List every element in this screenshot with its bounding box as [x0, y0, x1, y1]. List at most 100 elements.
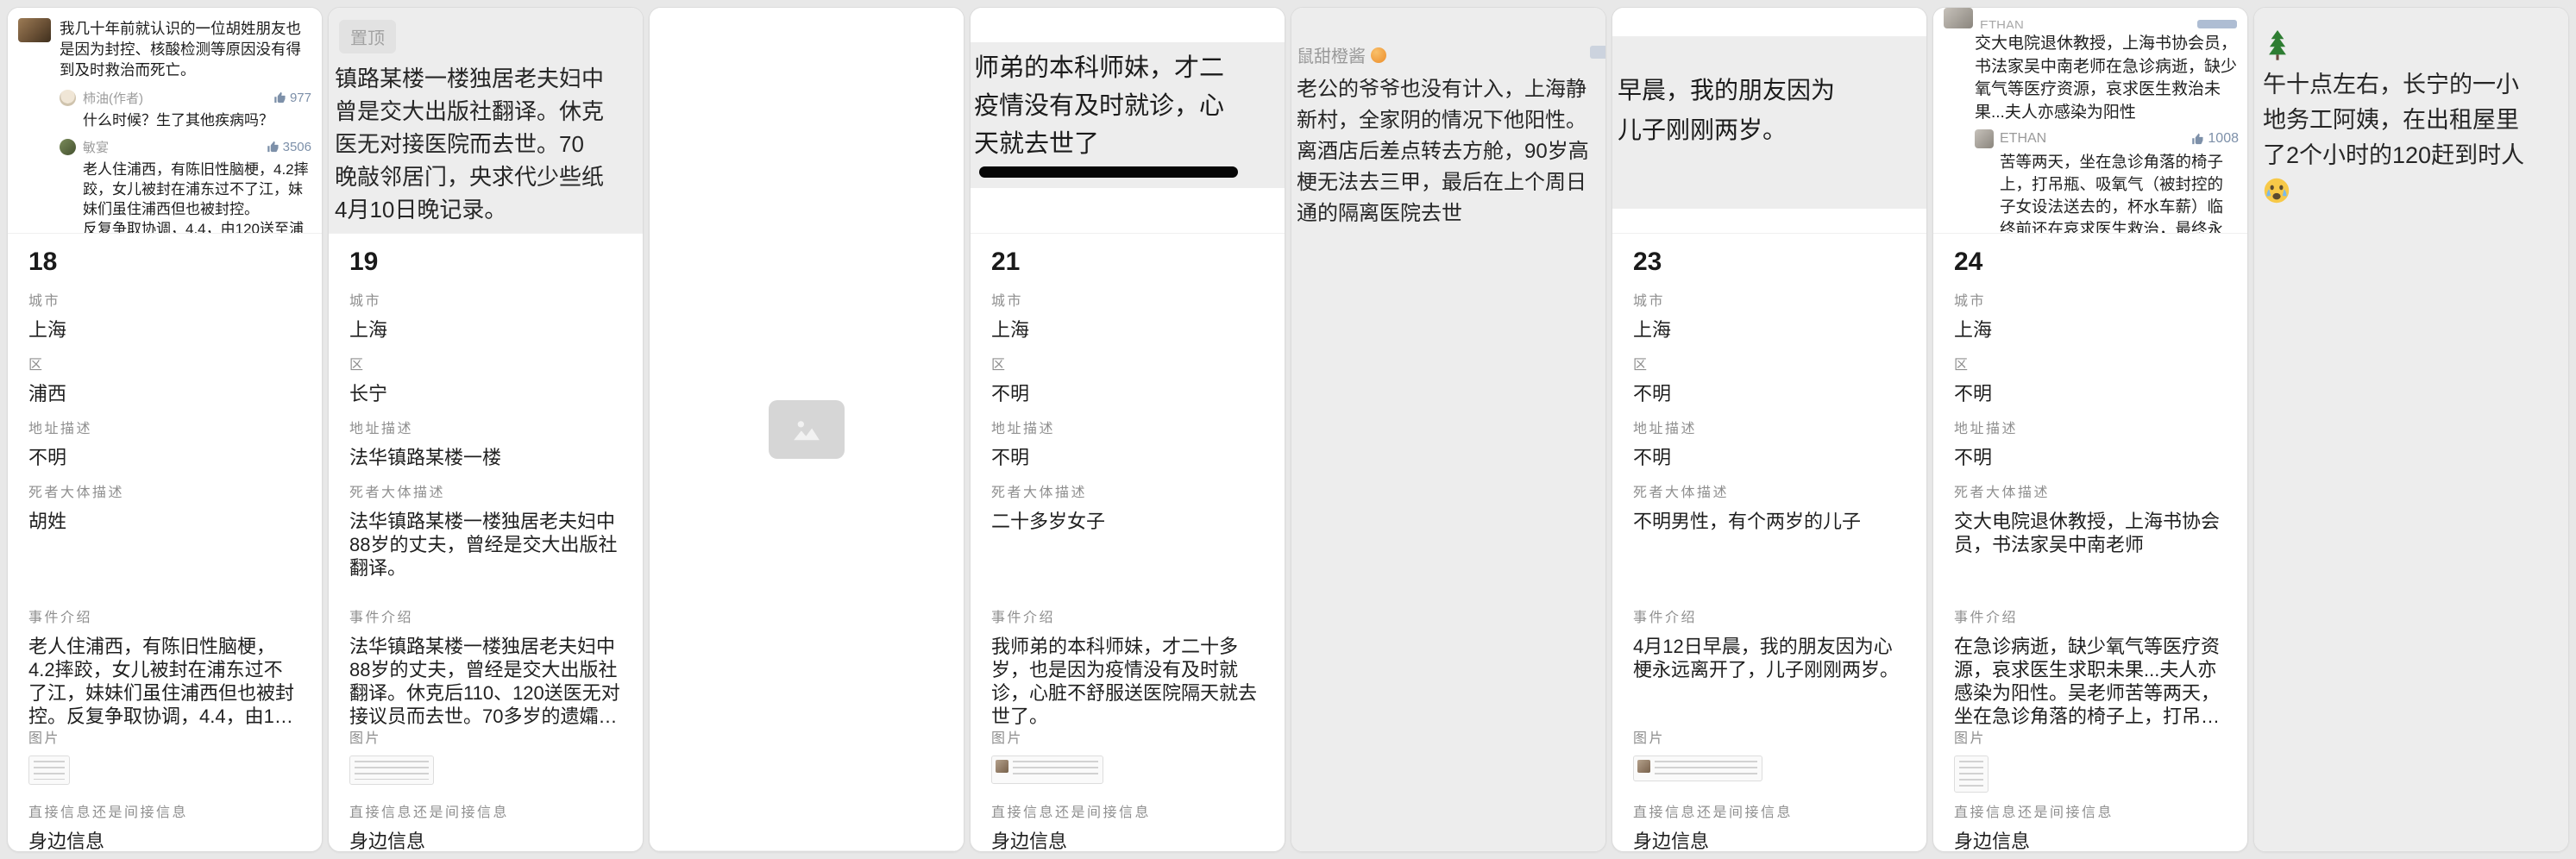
thumbs-up-icon — [267, 141, 280, 154]
commenter-name: 敏宴 — [83, 138, 260, 156]
field-image: 图片 — [28, 726, 301, 800]
card-cover-image[interactable]: 鼠甜橙酱 老公的爷爷也没有计入，上海静 新村，全家阴的情况下他阳性。 离酒店后差… — [1291, 8, 1605, 851]
field-label: 地址描述 — [1954, 417, 2227, 437]
field-label: 死者大体描述 — [349, 480, 622, 501]
field-label: 直接信息还是间接信息 — [1633, 800, 1906, 821]
record-card-21[interactable]: 师弟的本科师妹，才二 疫情没有及时就诊，心 天就去世了 21 城市 上海 区 不… — [970, 7, 1285, 852]
attachment-thumbnail[interactable] — [28, 756, 70, 785]
record-fields: 18 城市 上海 区 浦西 地址描述 不明 死者大体描述 胡姓 事件介绍 老人住… — [8, 234, 322, 852]
field-value: 二十多岁女子 — [991, 510, 1264, 533]
field-event: 事件介绍 老人住浦西，有陈旧性脑梗，4.2摔跤，女儿被封在浦东过不了江，妹妹们虽… — [28, 605, 301, 726]
field-event: 事件介绍 法华镇路某楼一楼独居老夫妇中88岁的丈夫，曾经是交大出版社翻译。休克后… — [349, 605, 622, 726]
attachment-thumbnail[interactable] — [1954, 756, 1989, 793]
field-direct: 直接信息还是间接信息 身边信息 — [28, 800, 301, 852]
photo-icon — [783, 411, 830, 448]
comment-text: 苦等两天，坐在急诊角落的椅子上，打吊瓶、吸氧气（被封控的子女设法送去的，杯水车薪… — [2000, 151, 2239, 234]
record-card-18[interactable]: 我几十年前就认识的一位胡姓朋友也是因为封控、核酸检测等原因没有得到及时救治而死亡… — [7, 7, 323, 852]
card-cover-image[interactable]: 置顶 镇路某楼一楼独居老夫妇中 曾是交大出版社翻译。休克 医无对接医院而去世。7… — [329, 8, 643, 234]
field-event: 事件介绍 在急诊病逝，缺少氧气等医疗资源，哀求医生求职未果...夫人亦感染为阳性… — [1954, 605, 2227, 726]
record-card-24[interactable]: ETHAN 交大电院退休教授，上海书协会员，书法家吴中南老师在急诊病逝，缺少氧气… — [1932, 7, 2248, 852]
post-text: 师弟的本科师妹，才二 疫情没有及时就诊，心 天就去世了 — [974, 49, 1285, 163]
field-value: 胡姓 — [28, 510, 301, 533]
like-count: 3506 — [267, 140, 311, 154]
field-label: 城市 — [991, 289, 1264, 310]
record-number: 21 — [991, 248, 1264, 277]
attachment-thumbnail[interactable] — [1633, 756, 1762, 781]
record-card-19[interactable]: 置顶 镇路某楼一楼独居老夫妇中 曾是交大出版社翻译。休克 医无对接医院而去世。7… — [328, 7, 644, 852]
field-label: 地址描述 — [991, 417, 1264, 437]
avatar — [1944, 8, 1973, 28]
field-value: 身边信息 — [28, 830, 301, 852]
field-address: 地址描述 不明 — [1633, 417, 1906, 480]
field-label: 直接信息还是间接信息 — [991, 800, 1264, 821]
field-label: 直接信息还是间接信息 — [28, 800, 301, 821]
field-image: 图片 — [991, 726, 1264, 800]
field-value: 上海 — [28, 318, 301, 342]
field-value: 不明 — [1633, 382, 1906, 405]
field-event: 事件介绍 4月12日早晨，我的朋友因为心梗永远离开了，儿子刚刚两岁。 — [1633, 605, 1906, 726]
field-value: 4月12日早晨，我的朋友因为心梗永远离开了，儿子刚刚两岁。 — [1633, 635, 1906, 681]
tree-emoji — [2263, 28, 2292, 61]
record-card-25[interactable]: 午十点左右，长宁的一小 地务工阿姨，在出租屋里 了2个小时的120赶到时人 25… — [2253, 7, 2569, 852]
redaction-bar — [979, 166, 1238, 178]
record-card-23[interactable]: 早晨，我的朋友因为 儿子刚刚两岁。 23 城市 上海 区 不明 地址描述 不明 … — [1612, 7, 1927, 852]
card-cover-image[interactable]: 早晨，我的朋友因为 儿子刚刚两岁。 — [1612, 8, 1926, 234]
record-number: 24 — [1954, 248, 2227, 277]
field-value: 不明男性，有个两岁的儿子 — [1633, 510, 1906, 533]
field-address: 地址描述 法华镇路某楼一楼 — [349, 417, 622, 480]
field-value: 法华镇路某楼一楼 — [349, 446, 622, 469]
record-card-22[interactable]: 鼠甜橙酱 老公的爷爷也没有计入，上海静 新村，全家阴的情况下他阳性。 离酒店后差… — [1291, 7, 1606, 852]
card-cover-image[interactable]: 午十点左右，长宁的一小 地务工阿姨，在出租屋里 了2个小时的120赶到时人 — [2254, 8, 2568, 851]
field-city: 城市 上海 — [1633, 289, 1906, 353]
gallery-board: 我几十年前就认识的一位胡姓朋友也是因为封控、核酸检测等原因没有得到及时救治而死亡… — [0, 0, 2576, 859]
field-district: 区 不明 — [1633, 353, 1906, 417]
card-cover-image[interactable] — [650, 8, 964, 851]
field-event: 事件介绍 我师弟的本科师妹，才二十多岁，也是因为疫情没有及时就诊，心脏不舒服送医… — [991, 605, 1264, 726]
attachment-thumbnail[interactable] — [349, 756, 434, 785]
field-label: 事件介绍 — [1954, 605, 2227, 626]
field-value: 不明 — [991, 382, 1264, 405]
field-label: 区 — [1633, 353, 1906, 373]
thumbnail-avatar — [1637, 760, 1650, 773]
field-value: 上海 — [1954, 318, 2227, 342]
post-text: 老公的爷爷也没有计入，上海静 新村，全家阴的情况下他阳性。 离酒店后差点转去方舱… — [1297, 74, 1605, 229]
field-image: 图片 — [1954, 726, 2227, 800]
commenter-name: 柿油(作者) — [83, 89, 267, 107]
poster-name: ETHAN — [1980, 18, 2024, 28]
field-district: 区 浦西 — [28, 353, 301, 417]
post-header-cutoff: ETHAN — [1944, 8, 2239, 28]
field-value: 法华镇路某楼一楼独居老夫妇中88岁的丈夫，曾经是交大出版社翻译。 — [349, 510, 622, 580]
thumbnail-avatar — [996, 760, 1008, 773]
field-label: 城市 — [1633, 289, 1906, 310]
like-count: 1008 — [2191, 131, 2239, 147]
record-fields: 22 城市 上海 区 静安 地址描述 上海静安去共康新村 死者大体描述 我老公的… — [1291, 851, 1605, 852]
card-cover-image[interactable]: ETHAN 交大电院退休教授，上海书协会员，书法家吴中南老师在急诊病逝，缺少氧气… — [1933, 8, 2247, 234]
record-fields: 20 城市 上海 区 不明 地址描述 上海某康复医院 死者大体描述 李昶生于19… — [650, 851, 964, 852]
thumbs-up-icon — [2191, 133, 2204, 146]
card-cover-image[interactable]: 师弟的本科师妹，才二 疫情没有及时就诊，心 天就去世了 — [971, 8, 1285, 234]
post-text: 镇路某楼一楼独居老夫妇中 曾是交大出版社翻译。休克 医无对接医院而去世。70 晚… — [335, 62, 643, 226]
avatar — [1975, 129, 1994, 148]
crying-emoji — [2263, 177, 2290, 204]
post-text-band: 早晨，我的朋友因为 儿子刚刚两岁。 — [1612, 36, 1926, 209]
field-value: 不明 — [1954, 446, 2227, 469]
like-icon-cutoff — [1590, 46, 1605, 59]
field-deceased: 死者大体描述 不明男性，有个两岁的儿子 — [1633, 480, 1906, 605]
like-count-value: 3506 — [283, 140, 311, 154]
card-cover-image[interactable]: 我几十年前就认识的一位胡姓朋友也是因为封控、核酸检测等原因没有得到及时救治而死亡… — [8, 8, 322, 234]
field-district: 区 长宁 — [349, 353, 622, 417]
record-fields: 19 城市 上海 区 长宁 地址描述 法华镇路某楼一楼 死者大体描述 法华镇路某… — [329, 234, 643, 852]
field-value: 不明 — [1633, 446, 1906, 469]
field-label: 城市 — [28, 289, 301, 310]
field-label: 地址描述 — [1633, 417, 1906, 437]
field-label: 直接信息还是间接信息 — [349, 800, 622, 821]
record-fields: 24 城市 上海 区 不明 地址描述 不明 死者大体描述 交大电院退休教授，上海… — [1933, 234, 2247, 852]
record-number: 18 — [28, 248, 301, 277]
attachment-thumbnail[interactable] — [991, 756, 1103, 784]
like-count-value: 977 — [290, 91, 311, 105]
orange-emoji — [1371, 47, 1386, 63]
record-card-20[interactable]: 20 城市 上海 区 不明 地址描述 上海某康复医院 死者大体描述 李昶生于19… — [649, 7, 964, 852]
field-label: 事件介绍 — [1633, 605, 1906, 626]
record-fields: 21 城市 上海 区 不明 地址描述 不明 死者大体描述 二十多岁女子 事件介绍… — [971, 234, 1285, 852]
field-city: 城市 上海 — [28, 289, 301, 353]
